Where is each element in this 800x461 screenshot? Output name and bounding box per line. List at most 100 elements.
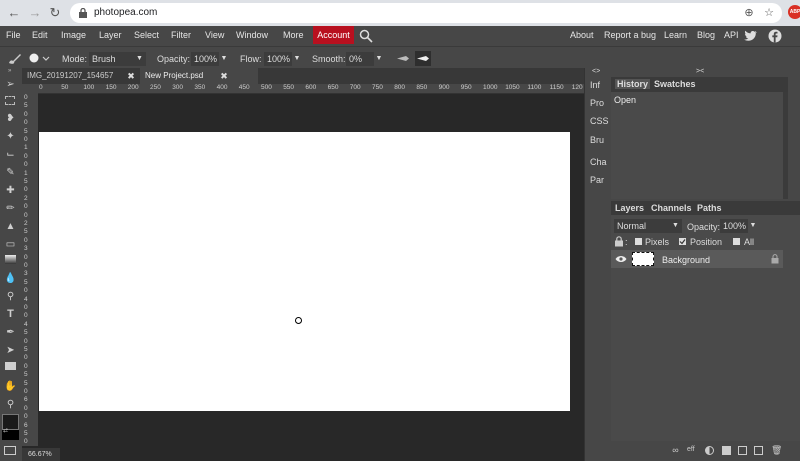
search-icon[interactable] <box>359 29 373 43</box>
star-icon[interactable]: ☆ <box>762 6 776 20</box>
panel-info[interactable]: Inf <box>590 80 600 90</box>
tab-img[interactable]: IMG_20191207_154657 <box>22 68 140 84</box>
eyedropper-icon[interactable]: ✎ <box>4 166 17 179</box>
lasso-tool-icon[interactable]: ❥ <box>4 112 17 125</box>
brush-tool-icon[interactable] <box>7 52 23 65</box>
panel-properties[interactable]: Pro <box>590 98 604 108</box>
close-icon[interactable]: ✖ <box>219 68 229 84</box>
opacity-input[interactable]: 100% <box>191 52 219 66</box>
adblock-icon[interactable]: ABP <box>788 5 800 19</box>
marquee-tool-icon[interactable] <box>5 96 15 105</box>
facebook-icon[interactable] <box>768 29 782 43</box>
brush-preset-icon[interactable] <box>28 52 50 65</box>
menu-layer[interactable]: Layer <box>99 30 122 40</box>
trash-icon[interactable]: 🗑 <box>771 446 782 455</box>
blend-mode-select[interactable]: Normal ▼ <box>614 219 682 233</box>
link-api[interactable]: API <box>724 30 739 40</box>
link-layers-icon[interactable]: ∞ <box>670 446 681 455</box>
close-icon[interactable]: ✖ <box>126 68 136 84</box>
panel-brush[interactable]: Bru <box>590 135 604 145</box>
twitter-icon[interactable] <box>744 30 758 42</box>
eye-icon[interactable] <box>615 255 627 263</box>
ruler-v-tick: 0 <box>24 287 28 295</box>
link-learn[interactable]: Learn <box>664 30 687 40</box>
ruler-h-tick: 350 <box>194 84 206 91</box>
canvas[interactable] <box>39 132 570 411</box>
lock-position-checkbox[interactable] <box>679 238 686 245</box>
history-item[interactable]: Open <box>614 95 636 105</box>
menu-image[interactable]: Image <box>61 30 86 40</box>
tab-history[interactable]: History <box>615 79 651 89</box>
magic-wand-icon[interactable]: ✦ <box>4 130 17 143</box>
forward-icon[interactable]: → <box>27 5 43 21</box>
tab-new-project[interactable]: New Project.psd <box>140 68 258 84</box>
panel-character[interactable]: Cha <box>590 157 607 167</box>
menu-filter[interactable]: Filter <box>171 30 191 40</box>
eraser-icon[interactable]: ▭ <box>4 238 17 251</box>
layer-opacity-input[interactable]: 100% <box>720 219 748 233</box>
new-layer-icon[interactable] <box>754 446 763 455</box>
brush-icon[interactable]: ✏ <box>4 202 17 215</box>
layer-opacity-caret-icon[interactable]: ▼ <box>749 220 757 232</box>
menu-more[interactable]: More <box>283 30 304 40</box>
quick-mask-icon[interactable] <box>4 446 16 455</box>
panel-css[interactable]: CSS <box>590 116 609 126</box>
zoom-tool-icon[interactable]: ⚲ <box>4 398 17 411</box>
account-button[interactable]: Account <box>313 26 354 44</box>
effects-button[interactable]: eff <box>687 446 695 453</box>
lock-all-checkbox[interactable] <box>733 238 740 245</box>
tab-swatches[interactable]: Swatches <box>654 79 696 89</box>
move-tool-icon[interactable]: ➢ <box>4 78 17 91</box>
flow-caret-icon[interactable]: ▼ <box>293 53 301 65</box>
mode-select[interactable]: Brush ▼ <box>89 52 146 66</box>
link-report-bug[interactable]: Report a bug <box>604 30 656 40</box>
mask-icon[interactable] <box>722 446 731 455</box>
swap-colors-icon[interactable]: ⇄ <box>3 427 8 434</box>
toolbar-collapse-icon[interactable]: » <box>8 68 11 74</box>
flow-input[interactable]: 100% <box>264 52 292 66</box>
ruler-h-tick: 500 <box>261 84 272 91</box>
layer-thumbnail[interactable] <box>632 252 654 266</box>
smooth-input[interactable]: 0% <box>346 52 374 66</box>
smooth-caret-icon[interactable]: ▼ <box>375 53 383 65</box>
menu-window[interactable]: Window <box>236 30 268 40</box>
crop-tool-icon[interactable]: ⌙ <box>4 148 17 161</box>
new-group-icon[interactable] <box>738 446 747 455</box>
gradient-tool-icon[interactable] <box>5 255 16 264</box>
history-scrollbar[interactable] <box>783 92 788 199</box>
menu-file[interactable]: File <box>6 30 21 40</box>
clone-stamp-icon[interactable]: ▲ <box>4 220 17 233</box>
link-about[interactable]: About <box>570 30 594 40</box>
ruler-h-tick: 1000 <box>483 84 498 91</box>
pressure-size-button[interactable] <box>415 51 431 66</box>
tab-paths[interactable]: Paths <box>697 203 722 213</box>
pen-tool-icon[interactable]: ✒ <box>4 326 17 339</box>
menu-edit[interactable]: Edit <box>32 30 48 40</box>
tab-channels[interactable]: Channels <box>651 203 692 213</box>
expand-arrows-icon[interactable]: <> <box>592 68 600 75</box>
lock-pixels-checkbox[interactable] <box>635 238 642 245</box>
panel-paragraph[interactable]: Par <box>590 175 604 185</box>
menu-view[interactable]: View <box>205 30 224 40</box>
adjustment-layer-icon[interactable] <box>705 446 714 455</box>
zoom-level[interactable]: 66.67% <box>22 448 60 461</box>
hand-tool-icon[interactable]: ✋ <box>4 380 17 393</box>
path-select-icon[interactable]: ➤ <box>4 344 17 357</box>
healing-brush-icon[interactable]: ✚ <box>4 184 17 197</box>
address-bar[interactable]: photopea.com <box>70 3 782 23</box>
layer-name[interactable]: Background <box>662 255 710 265</box>
collapse-arrows-icon[interactable]: >< <box>696 68 704 75</box>
ruler-v-tick: 5 <box>24 127 28 135</box>
rectangle-tool-icon[interactable] <box>5 362 16 370</box>
opacity-caret-icon[interactable]: ▼ <box>220 53 228 65</box>
pressure-opacity-icon[interactable] <box>396 55 410 62</box>
tab-layers[interactable]: Layers <box>615 203 644 213</box>
type-tool-icon[interactable]: T <box>4 308 17 321</box>
dodge-tool-icon[interactable]: ⚲ <box>4 290 17 303</box>
menu-select[interactable]: Select <box>134 30 159 40</box>
link-blog[interactable]: Blog <box>697 30 715 40</box>
back-icon[interactable]: ← <box>6 5 22 21</box>
extension-puzzle-icon[interactable]: ⊕ <box>742 6 756 20</box>
blur-tool-icon[interactable]: 💧 <box>4 272 17 285</box>
reload-icon[interactable]: ↻ <box>47 5 63 21</box>
